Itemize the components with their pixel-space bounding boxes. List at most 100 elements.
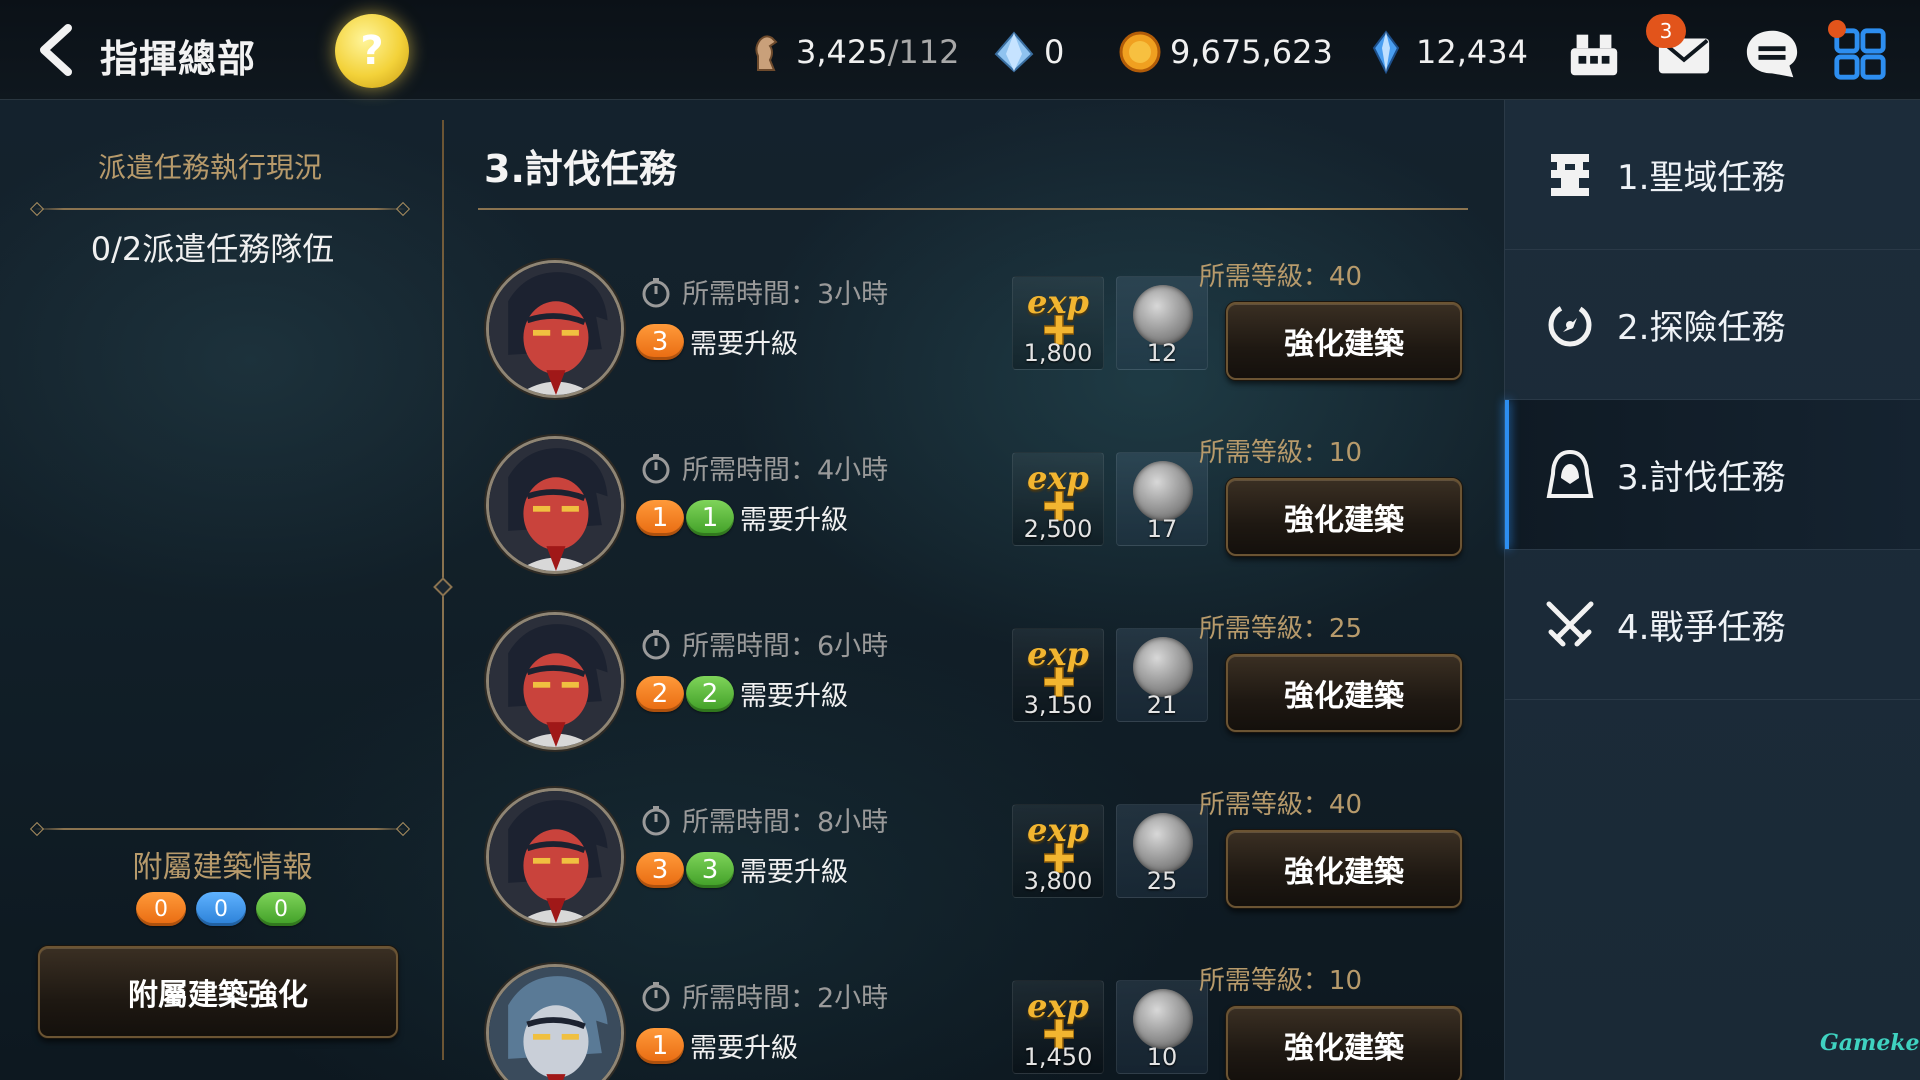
crystal-resource[interactable]: 0 xyxy=(992,30,1064,74)
stopwatch-icon xyxy=(642,981,670,1011)
requirement-badge: 1 xyxy=(636,499,684,536)
upgrade-building-button[interactable]: 強化建築 xyxy=(1226,654,1462,732)
tab-label: 3.討伐任務 xyxy=(1617,458,1786,498)
gold-value: 9,675,623 xyxy=(1170,33,1333,71)
back-button[interactable] xyxy=(28,22,84,78)
exp-reward[interactable]: exp 1,800 xyxy=(1012,276,1104,370)
stopwatch-icon xyxy=(642,805,670,835)
upgrade-building-button[interactable]: 強化建築 xyxy=(1226,302,1462,380)
crossed-swords-icon xyxy=(1546,601,1594,646)
mission-row[interactable]: 所需時間： 3小時 3 需要升級 exp 1,800 12 所需等級：40 強化… xyxy=(470,210,1480,398)
dispatch-team-count: 0/2派遣任務隊伍 xyxy=(90,230,335,268)
page-title: 指揮總部 xyxy=(100,37,257,81)
stamina-value: 3,425 xyxy=(796,33,888,71)
mission-row[interactable]: 所需時間： 8小時 33 需要升級 exp 3,800 25 所需等級：40 強… xyxy=(470,728,1480,926)
annex-count-blue: 0 xyxy=(196,892,246,926)
section-title: 3.討伐任務 xyxy=(484,147,677,191)
time-label: 所需時間： xyxy=(682,807,817,838)
chat-icon xyxy=(1746,30,1798,78)
requirement-badge: 3 xyxy=(686,851,734,888)
exp-reward[interactable]: exp 1,450 xyxy=(1012,980,1104,1074)
annex-count-green: 0 xyxy=(256,892,306,926)
tab-subjugation[interactable]: 3.討伐任務 xyxy=(1505,400,1920,550)
coin-value: 12 xyxy=(1146,339,1178,367)
exploration-icon xyxy=(1548,303,1592,346)
gold-resource[interactable]: 9,675,623 xyxy=(1118,30,1333,74)
exp-value: 3,150 xyxy=(1023,691,1093,719)
sanctuary-icon xyxy=(1551,153,1589,196)
mission-time: 所需時間： 2小時 xyxy=(640,976,888,1015)
requirements: 1 需要升級 xyxy=(636,1026,798,1065)
requirement-badge: 1 xyxy=(636,1027,684,1064)
dispatch-status-panel: 派遣任務執行現況 0/2派遣任務隊伍 附屬建築情報 0 0 0 附屬建築強化 xyxy=(0,100,440,1080)
annex-heading: 附屬建築情報 xyxy=(132,850,313,885)
silver-coin-icon xyxy=(1133,813,1193,873)
exp-value: 1,800 xyxy=(1023,339,1093,367)
coin-value: 21 xyxy=(1146,691,1178,719)
requirements: 3 需要升級 xyxy=(636,322,798,361)
stamina-resource[interactable]: 3,425 /112 xyxy=(744,30,959,74)
requirement-badge: 2 xyxy=(686,675,734,712)
mission-time: 所需時間： 6小時 xyxy=(640,624,888,663)
tab-exploration[interactable]: 2.探險任務 xyxy=(1505,250,1920,400)
time-label: 所需時間： xyxy=(682,631,817,662)
chat-button[interactable] xyxy=(1742,24,1802,84)
requirements: 11 需要升級 xyxy=(636,498,848,537)
hooded-figure-icon xyxy=(1546,449,1594,498)
silver-coin-icon xyxy=(1133,461,1193,521)
requirement-text: 需要升級 xyxy=(740,505,848,536)
divider xyxy=(34,208,406,210)
tab-sanctuary[interactable]: 1.聖域任務 xyxy=(1505,100,1920,250)
tab-war[interactable]: 4.戰爭任務 xyxy=(1505,550,1920,700)
requirement-text: 需要升級 xyxy=(740,681,848,712)
menu-notification-dot xyxy=(1828,20,1846,38)
silver-coin-icon xyxy=(1133,285,1193,345)
mission-list[interactable]: 所需時間： 3小時 3 需要升級 exp 1,800 12 所需等級：40 強化… xyxy=(470,210,1480,1080)
required-level: 所需等級：40 xyxy=(1198,790,1362,820)
horse-icon xyxy=(755,35,778,71)
requirement-badge: 1 xyxy=(686,499,734,536)
upgrade-building-button[interactable]: 強化建築 xyxy=(1226,830,1462,908)
coin-value: 17 xyxy=(1146,515,1178,543)
mission-row[interactable]: 所需時間： 4小時 11 需要升級 exp 2,500 17 所需等級：10 強… xyxy=(470,376,1480,574)
watermark-logo: Gamekee xyxy=(1820,1030,1920,1056)
annex-count-orange: 0 xyxy=(136,892,186,926)
mission-category-tabs: 1.聖域任務 2.探險任務 3.討伐任務 4.戰爭任務 xyxy=(1504,100,1920,1080)
annex-upgrade-button[interactable]: 附屬建築強化 xyxy=(38,946,398,1038)
time-value: 8小時 xyxy=(817,807,889,838)
exp-reward[interactable]: exp 3,800 xyxy=(1012,804,1104,898)
required-level: 所需等級：10 xyxy=(1198,438,1362,468)
requirement-text: 需要升級 xyxy=(740,857,848,888)
requirements: 22 需要升級 xyxy=(636,674,848,713)
time-value: 4小時 xyxy=(817,455,889,486)
exp-reward[interactable]: exp 3,150 xyxy=(1012,628,1104,722)
blue-gem-icon xyxy=(1372,30,1400,74)
mission-avatar xyxy=(486,964,624,1080)
guild-button[interactable] xyxy=(1564,24,1624,84)
silver-coin-icon xyxy=(1133,637,1193,697)
required-level: 所需等級：10 xyxy=(1198,966,1362,996)
time-label: 所需時間： xyxy=(682,279,817,310)
mission-time: 所需時間： 8小時 xyxy=(640,800,888,839)
requirement-badge: 3 xyxy=(636,323,684,360)
divider xyxy=(34,828,406,830)
mission-row[interactable]: 所需時間： 6小時 22 需要升級 exp 3,150 21 所需等級：25 強… xyxy=(470,552,1480,750)
gem-resource[interactable]: 12,434 xyxy=(1364,30,1528,74)
tab-label: 2.探險任務 xyxy=(1617,308,1786,348)
stopwatch-icon xyxy=(642,629,670,659)
mission-row[interactable]: 所需時間： 2小時 1 需要升級 exp 1,450 10 所需等級：10 強化… xyxy=(470,904,1480,1080)
exp-value: 3,800 xyxy=(1023,867,1093,895)
mail-badge: 3 xyxy=(1646,14,1686,48)
required-level: 所需等級：25 xyxy=(1198,614,1362,644)
requirements: 33 需要升級 xyxy=(636,850,848,889)
mission-time: 所需時間： 4小時 xyxy=(640,448,888,487)
diamond-crystal-icon xyxy=(994,31,1034,73)
tab-label: 1.聖域任務 xyxy=(1617,158,1786,198)
time-label: 所需時間： xyxy=(682,983,817,1014)
mission-time: 所需時間： 3小時 xyxy=(640,272,888,311)
exp-reward[interactable]: exp 2,500 xyxy=(1012,452,1104,546)
help-button[interactable]: ? xyxy=(335,14,409,88)
stamina-max: /112 xyxy=(887,33,960,71)
upgrade-building-button[interactable]: 強化建築 xyxy=(1226,1006,1462,1080)
upgrade-building-button[interactable]: 強化建築 xyxy=(1226,478,1462,556)
